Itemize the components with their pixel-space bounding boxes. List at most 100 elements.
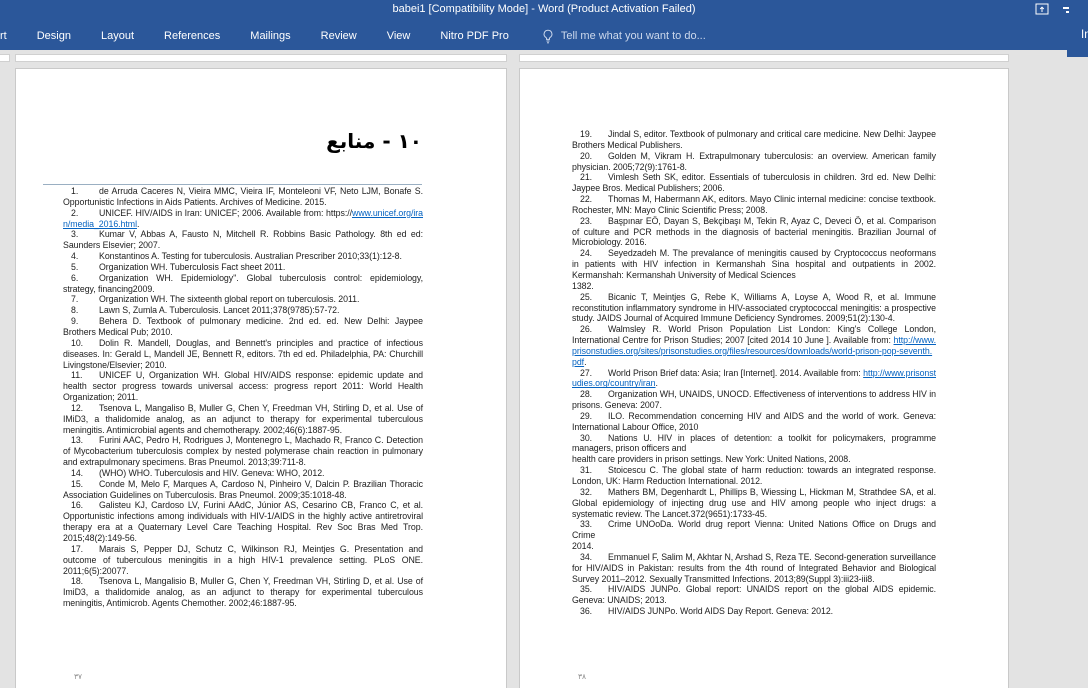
partial-right-ribbon-text: In	[1081, 29, 1088, 41]
reference-item: 24.Seyedzadeh M. The prevalance of menin…	[572, 248, 936, 291]
page-number-footer: ٣٨	[578, 672, 586, 681]
reference-item: 28.Organization WH, UNAIDS, UNOCD. Effec…	[572, 389, 936, 411]
ribbon-display-options-icon[interactable]	[1035, 2, 1049, 14]
document-page-38[interactable]: 19.Jindal S, editor. Textbook of pulmona…	[519, 68, 1009, 688]
previous-page-bottom-edge	[15, 54, 507, 62]
reference-text: Nations U. HIV in places of detention: a…	[572, 433, 936, 465]
reference-text: Jindal S, editor. Textbook of pulmonary …	[572, 129, 936, 150]
reference-text: Organization WH. The sixteenth global re…	[99, 294, 359, 304]
reference-text: Behera D. Textbook of pulmonary medicine…	[63, 316, 423, 337]
reference-text: .	[137, 219, 139, 229]
reference-item: 31.Stoicescu C. The global state of harm…	[572, 465, 936, 487]
reference-number: 14.	[71, 468, 99, 479]
reference-number: 25.	[580, 292, 608, 303]
reference-item: 33.Crime UNOoDa. World drug report Vienn…	[572, 519, 936, 552]
reference-text: Tsenova L, Mangalisio B, Muller G, Chen …	[63, 576, 423, 608]
reference-item: 19.Jindal S, editor. Textbook of pulmona…	[572, 129, 936, 151]
reference-text: Mathers BM, Degenhardt L, Phillips B, Wi…	[572, 487, 936, 519]
reference-text: Walmsley R. World Prison Population List…	[572, 324, 936, 345]
reference-text: Seyedzadeh M. The prevalance of meningit…	[572, 248, 936, 291]
reference-item: 32.Mathers BM, Degenhardt L, Phillips B,…	[572, 487, 936, 520]
reference-text: World Prison Brief data: Asia; Iran [Int…	[608, 368, 863, 378]
reference-number: 23.	[580, 216, 608, 227]
reference-item: 29.ILO. Recommendation concerning HIV an…	[572, 411, 936, 433]
reference-number: 34.	[580, 552, 608, 563]
document-page-37[interactable]: ١٠ - منابع 1.de Arruda Caceres N, Vieira…	[15, 68, 507, 688]
reference-item: 9.Behera D. Textbook of pulmonary medici…	[63, 316, 423, 338]
references-list-right: 19.Jindal S, editor. Textbook of pulmona…	[572, 129, 936, 617]
reference-text: Conde M, Melo F, Marques A, Cardoso N, P…	[63, 479, 423, 500]
reference-number: 19.	[580, 129, 608, 140]
reference-number: 1.	[71, 186, 99, 197]
reference-number: 3.	[71, 229, 99, 240]
window-title: babei1 [Compatibility Mode] - Word (Prod…	[0, 3, 1088, 15]
reference-number: 11.	[71, 370, 99, 381]
reference-item: 7.Organization WH. The sixteenth global …	[63, 294, 423, 305]
reference-text: Organization WH, UNAIDS, UNOCD. Effectiv…	[572, 389, 936, 410]
reference-text: Thomas M, Habermann AK, editors. Mayo Cl…	[572, 194, 936, 215]
tab-insert-partial[interactable]: rt	[0, 22, 22, 50]
reference-number: 15.	[71, 479, 99, 490]
reference-text: Galisteu KJ, Cardoso LV, Furini AAdC, Jú…	[63, 500, 423, 543]
partial-window-control	[1063, 7, 1069, 13]
reference-item: 34.Emmanuel F, Salim M, Akhtar N, Arshad…	[572, 552, 936, 585]
reference-number: 32.	[580, 487, 608, 498]
reference-number: 16.	[71, 500, 99, 511]
tab-design[interactable]: Design	[22, 22, 86, 50]
tab-nitro-pdf-pro[interactable]: Nitro PDF Pro	[425, 22, 523, 50]
reference-item: 10.Dolin R. Mandell, Douglas, and Bennet…	[63, 338, 423, 371]
heading-underline-rule	[43, 184, 422, 185]
reference-text: Tsenova L, Mangaliso B, Muller G, Chen Y…	[63, 403, 423, 435]
reference-number: 33.	[580, 519, 608, 530]
reference-number: 5.	[71, 262, 99, 273]
ribbon-tabs: rt Design Layout References Mailings Rev…	[0, 22, 706, 50]
reference-item: 11.UNICEF U, Organization WH. Global HIV…	[63, 370, 423, 403]
tab-references[interactable]: References	[149, 22, 235, 50]
reference-number: 8.	[71, 305, 99, 316]
reference-text: Stoicescu C. The global state of harm re…	[572, 465, 936, 486]
reference-text: Organization WH. Epidemiology''. Global …	[63, 273, 423, 294]
reference-number: 4.	[71, 251, 99, 262]
reference-number: 7.	[71, 294, 99, 305]
reference-item: 13.Furini AAC, Pedro H, Rodrigues J, Mon…	[63, 435, 423, 468]
reference-text: Başpınar EÖ, Dayan S, Bekçibaşı M, Tekin…	[572, 216, 936, 248]
ribbon-corner-extension	[1067, 50, 1088, 57]
reference-text: Crime UNOoDa. World drug report Vienna: …	[572, 519, 936, 551]
reference-item: 18.Tsenova L, Mangalisio B, Muller G, Ch…	[63, 576, 423, 609]
reference-number: 29.	[580, 411, 608, 422]
tab-layout[interactable]: Layout	[86, 22, 149, 50]
tell-me-label: Tell me what you want to do...	[561, 30, 706, 42]
reference-text: Furini AAC, Pedro H, Rodrigues J, Monten…	[63, 435, 423, 467]
reference-text: Emmanuel F, Salim M, Akhtar N, Arshad S,…	[572, 552, 936, 584]
reference-number: 28.	[580, 389, 608, 400]
tab-view[interactable]: View	[372, 22, 426, 50]
reference-text: Lawn S, Zumla A. Tuberculosis. Lancet 20…	[99, 305, 339, 315]
reference-text: Dolin R. Mandell, Douglas, and Bennett's…	[63, 338, 423, 370]
reference-item: 23.Başpınar EÖ, Dayan S, Bekçibaşı M, Te…	[572, 216, 936, 249]
reference-item: 6.Organization WH. Epidemiology''. Globa…	[63, 273, 423, 295]
reference-item: 35.HIV/AIDS JUNPo. Global report: UNAIDS…	[572, 584, 936, 606]
reference-item: 14.(WHO) WHO. Tuberculosis and HIV. Gene…	[63, 468, 423, 479]
reference-number: 20.	[580, 151, 608, 162]
reference-item: 15.Conde M, Melo F, Marques A, Cardoso N…	[63, 479, 423, 501]
reference-item: 25.Bicanic T, Meintjes G, Rebe K, Willia…	[572, 292, 936, 325]
reference-number: 30.	[580, 433, 608, 444]
reference-number: 27.	[580, 368, 608, 379]
reference-number: 26.	[580, 324, 608, 335]
reference-number: 35.	[580, 584, 608, 595]
reference-item: 30.Nations U. HIV in places of detention…	[572, 433, 936, 466]
ribbon-bar: babei1 [Compatibility Mode] - Word (Prod…	[0, 0, 1088, 50]
tab-mailings[interactable]: Mailings	[235, 22, 305, 50]
tab-review[interactable]: Review	[306, 22, 372, 50]
reference-text: (WHO) WHO. Tuberculosis and HIV. Geneva:…	[99, 468, 324, 478]
reference-item: 4.Konstantinos A. Testing for tuberculos…	[63, 251, 423, 262]
reference-text: Marais S, Pepper DJ, Schutz C, Wilkinson…	[63, 544, 423, 576]
reference-number: 18.	[71, 576, 99, 587]
reference-text: Golden M, Vikram H. Extrapulmonary tuber…	[572, 151, 936, 172]
reference-number: 22.	[580, 194, 608, 205]
reference-item: 36.HIV/AIDS JUNPo. World AIDS Day Report…	[572, 606, 936, 617]
reference-text: Kumar V, Abbas A, Fausto N, Mitchell R. …	[63, 229, 423, 250]
tell-me-box[interactable]: Tell me what you want to do...	[542, 29, 706, 44]
reference-number: 9.	[71, 316, 99, 327]
word-application-window: babei1 [Compatibility Mode] - Word (Prod…	[0, 0, 1088, 688]
